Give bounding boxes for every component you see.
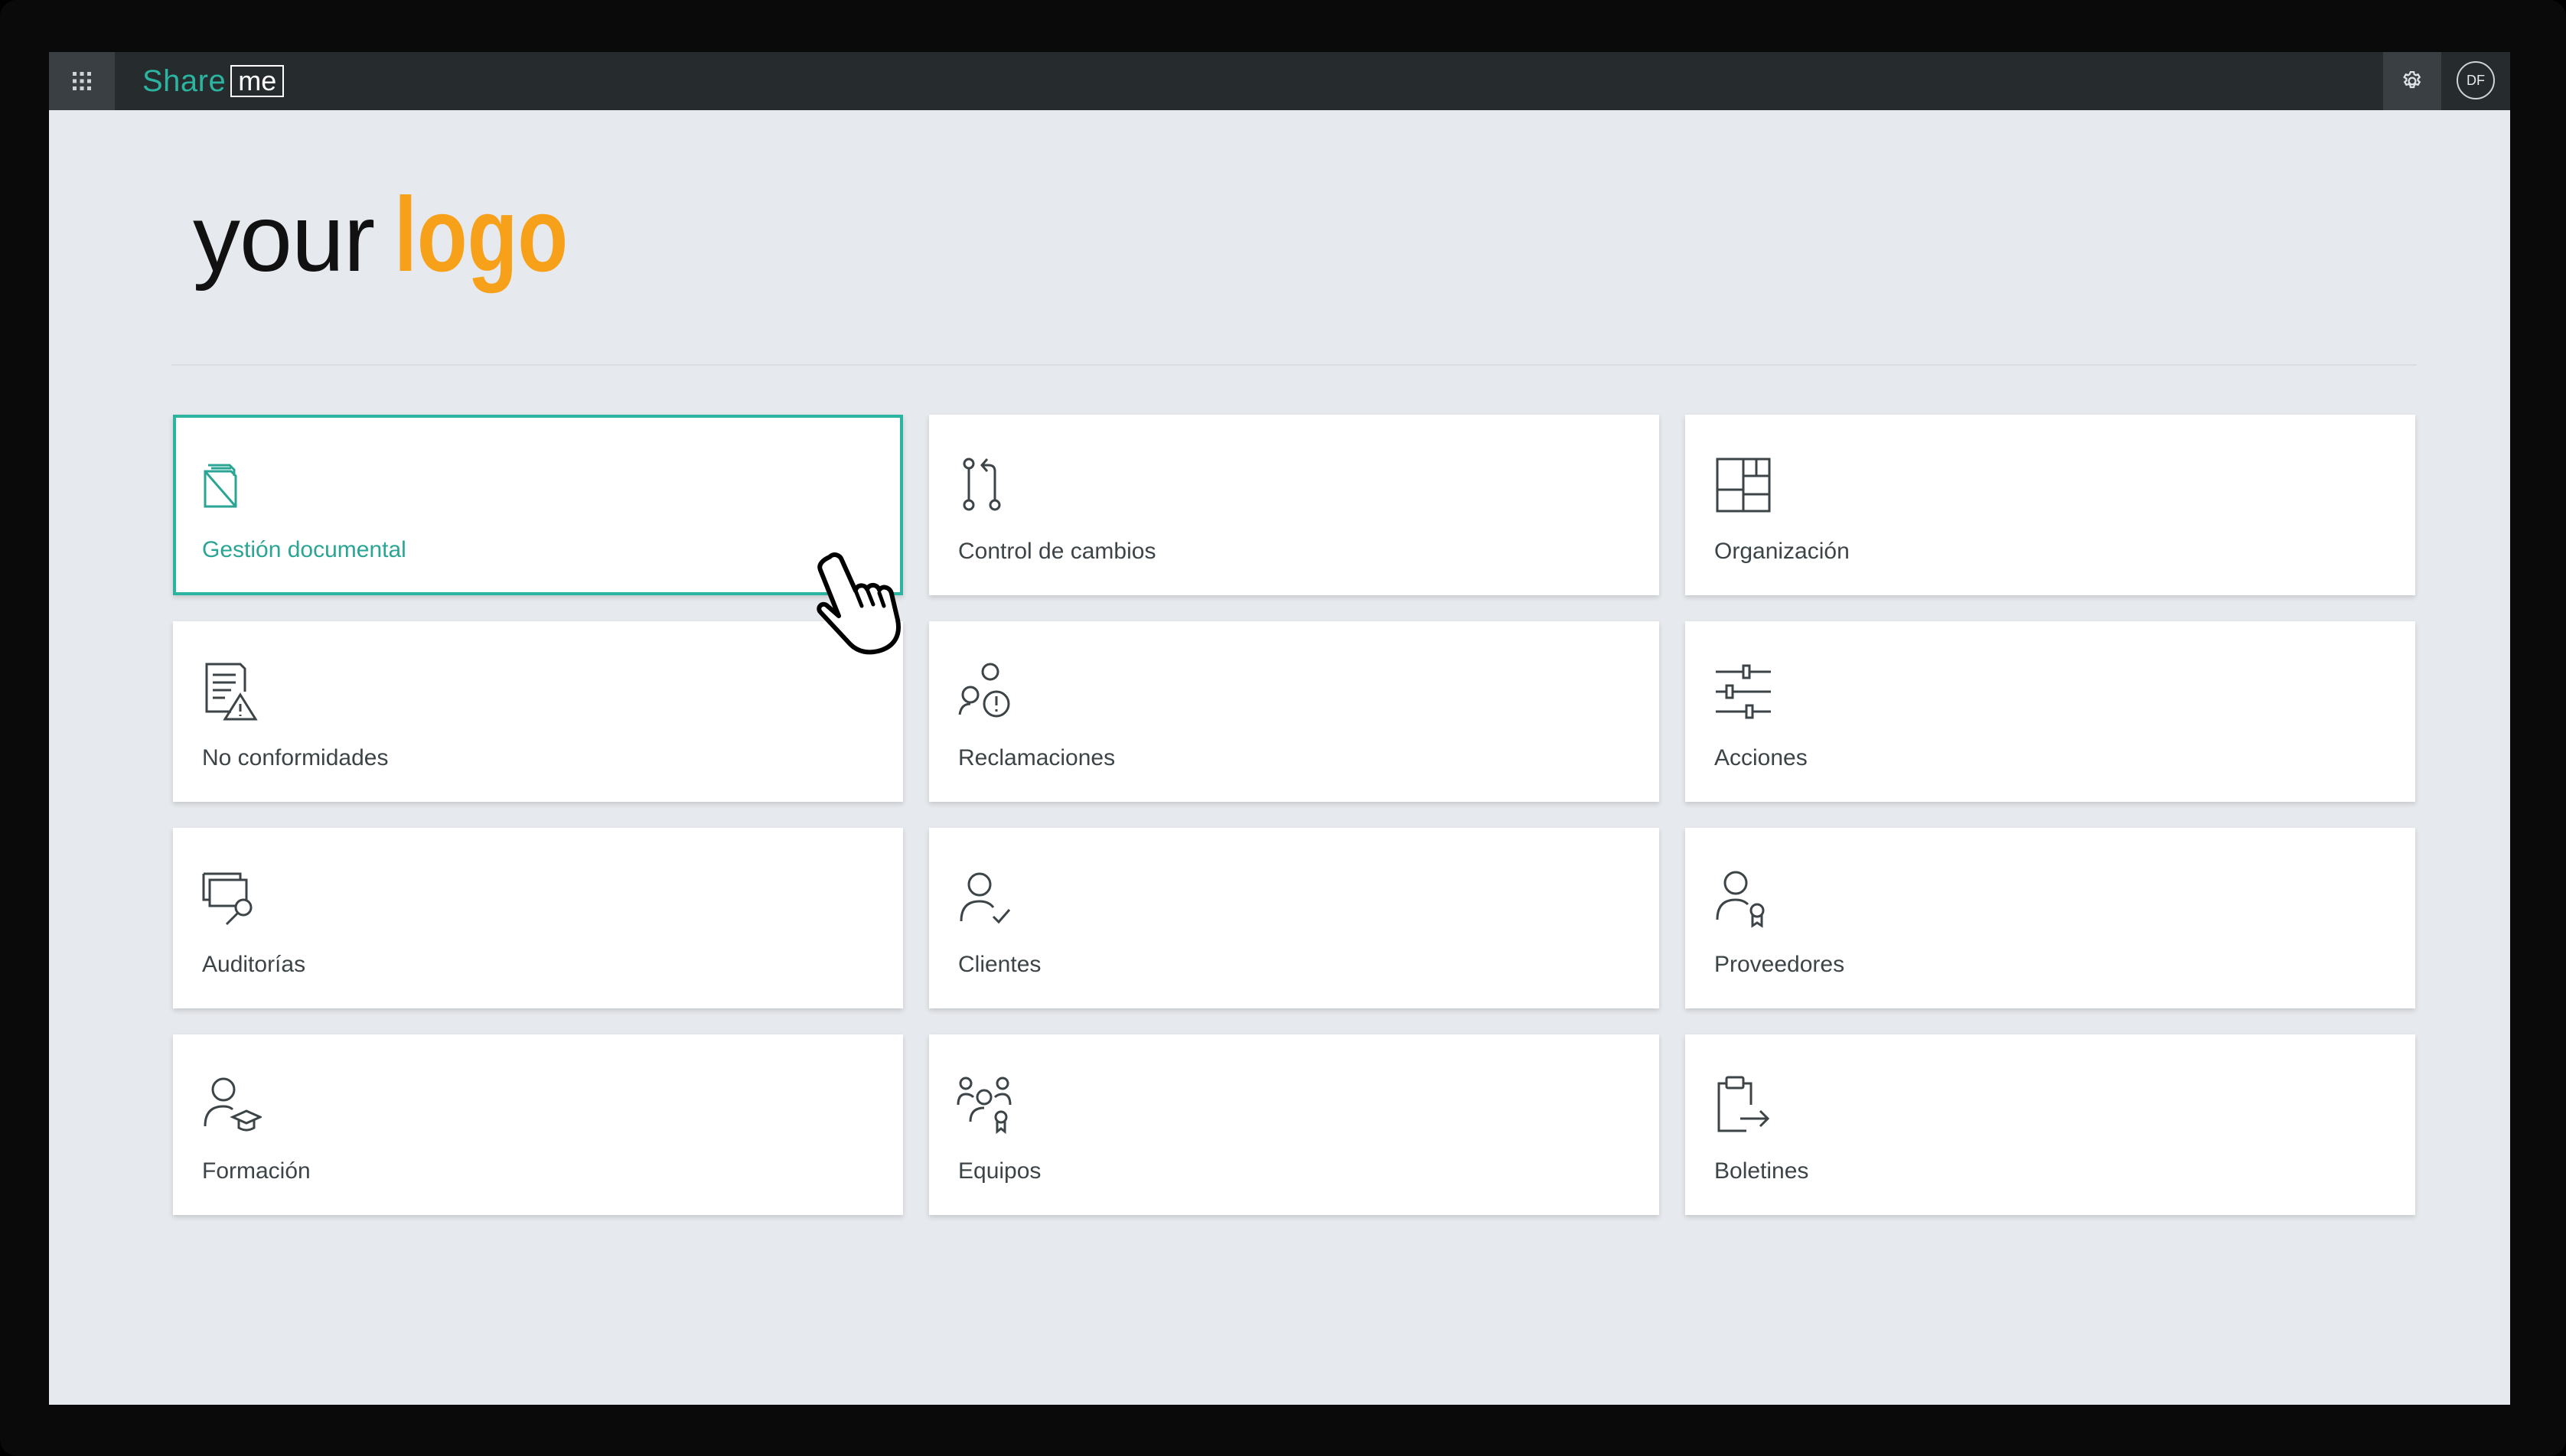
gear-icon (2403, 71, 2421, 89)
tile-label: Boletines (1714, 1158, 1809, 1184)
app-screen: Share me DF your logo Gestión documental… (49, 52, 2510, 1405)
brand-share-text: Share (142, 64, 227, 98)
brand-me-text: me (230, 65, 285, 97)
tile-no-conformidades[interactable]: No conformidades (173, 621, 903, 802)
logo-text-your: your (193, 186, 375, 292)
tile-proveedores[interactable]: Proveedores (1685, 828, 2415, 1008)
documents-stack-icon (201, 454, 262, 516)
tile-label: Organización (1714, 539, 1850, 564)
tile-label: Formación (202, 1158, 311, 1184)
tile-formacion[interactable]: Formación (173, 1034, 903, 1215)
tile-label: Clientes (958, 952, 1042, 977)
tile-acciones[interactable]: Acciones (1685, 621, 2415, 802)
people-alert-icon (957, 661, 1018, 722)
tile-clientes[interactable]: Clientes (929, 828, 1659, 1008)
logo-text-logo: logo (394, 176, 569, 294)
tile-label: Proveedores (1714, 952, 1845, 977)
module-grid: Gestión documental Control de cambios Or… (173, 415, 2415, 1215)
tile-control-de-cambios[interactable]: Control de cambios (929, 415, 1659, 595)
tile-reclamaciones[interactable]: Reclamaciones (929, 621, 1659, 802)
person-check-icon (957, 868, 1018, 929)
person-graduation-icon (201, 1074, 262, 1135)
tile-label: Control de cambios (958, 539, 1156, 564)
tile-auditorias[interactable]: Auditorías (173, 828, 903, 1008)
tile-label: No conformidades (202, 745, 389, 770)
tile-organizacion[interactable]: Organización (1685, 415, 2415, 595)
tile-boletines[interactable]: Boletines (1685, 1034, 2415, 1215)
user-avatar[interactable]: DF (2457, 61, 2495, 99)
tile-label: Equipos (958, 1158, 1042, 1184)
tile-label: Gestión documental (202, 537, 406, 562)
tile-label: Auditorías (202, 952, 306, 977)
tile-equipos[interactable]: Equipos (929, 1034, 1659, 1215)
top-bar: Share me DF (49, 52, 2510, 110)
settings-button[interactable] (2383, 52, 2441, 110)
git-compare-icon (957, 454, 1018, 516)
sliders-icon (1713, 661, 1774, 722)
screens-search-icon (201, 868, 262, 929)
clipboard-export-icon (1713, 1074, 1774, 1135)
team-icon (957, 1074, 1018, 1135)
layout-blocks-icon (1713, 454, 1774, 516)
tile-label: Acciones (1714, 745, 1808, 770)
brand-logo[interactable]: Share me (142, 58, 285, 104)
header-divider (171, 364, 2417, 366)
company-logo: your logo (193, 174, 617, 297)
person-badge-icon (1713, 868, 1774, 929)
tile-label: Reclamaciones (958, 745, 1116, 770)
waffle-grid-icon[interactable] (49, 52, 115, 110)
tile-gestion-documental[interactable]: Gestión documental (173, 415, 903, 595)
document-warning-icon (201, 661, 262, 722)
